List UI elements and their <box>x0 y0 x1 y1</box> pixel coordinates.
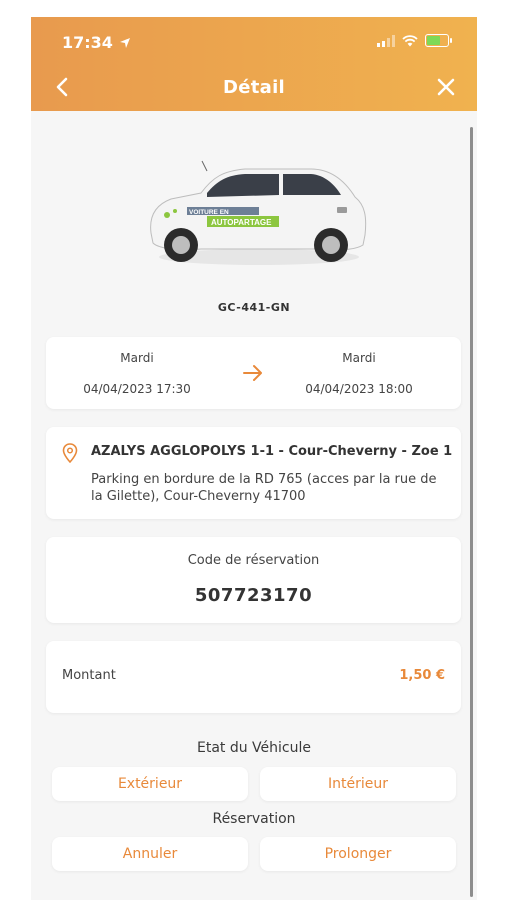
end-day: Mardi <box>342 351 376 365</box>
reservation-code-value: 507723170 <box>194 585 313 606</box>
status-bar-time: 17:34 <box>62 33 131 52</box>
start-datetime: 04/04/2023 17:30 <box>83 382 191 396</box>
amount-card: Montant 1,50 € <box>46 641 461 713</box>
location-arrow-icon <box>119 37 130 48</box>
car-decal-line1: VOITURE EN <box>189 209 229 216</box>
reservation-section-label: Réservation <box>212 811 296 827</box>
interior-button[interactable]: Intérieur <box>260 767 456 801</box>
page-title: Détail <box>222 77 286 98</box>
reservation-dates-card: Mardi 04/04/2023 17:30 Mardi 04/04/2023 … <box>46 337 461 409</box>
close-icon[interactable] <box>435 76 457 98</box>
cancel-button[interactable]: Annuler <box>52 837 248 871</box>
signal-icon <box>377 34 395 47</box>
station-name: AZALYS AGGLOPOLYS 1-1 - Cour-Cheverny - … <box>91 444 453 459</box>
station-location-card[interactable]: AZALYS AGGLOPOLYS 1-1 - Cour-Cheverny - … <box>46 427 461 519</box>
screen: 17:34 Détail VOITURE EN AUTOPARTAGE GC-4… <box>31 17 477 900</box>
battery-icon <box>425 34 452 47</box>
app-header: 17:34 Détail <box>31 17 477 111</box>
vehicle-image: VOITURE EN AUTOPARTAGE <box>141 155 371 275</box>
arrow-right-icon <box>243 365 262 381</box>
reservation-code-label: Code de réservation <box>187 553 320 568</box>
extend-button[interactable]: Prolonger <box>260 837 456 871</box>
scrollbar[interactable] <box>470 127 473 897</box>
end-datetime: 04/04/2023 18:00 <box>305 382 413 396</box>
amount-label: Montant <box>62 668 116 683</box>
start-day: Mardi <box>120 351 154 365</box>
vehicle-state-label: Etat du Véhicule <box>196 740 311 756</box>
reservation-code-card: Code de réservation 507723170 <box>46 537 461 623</box>
amount-value: 1,50 € <box>399 668 445 683</box>
station-address: Parking en bordure de la RD 765 (acces p… <box>91 472 437 504</box>
wifi-icon <box>402 34 418 46</box>
license-plate: GC-441-GN <box>217 301 291 314</box>
exterior-button[interactable]: Extérieur <box>52 767 248 801</box>
status-bar-indicators <box>377 34 452 47</box>
status-time-text: 17:34 <box>62 33 113 52</box>
car-decal-line2: AUTOPARTAGE <box>211 218 272 227</box>
map-pin-icon <box>62 443 78 463</box>
